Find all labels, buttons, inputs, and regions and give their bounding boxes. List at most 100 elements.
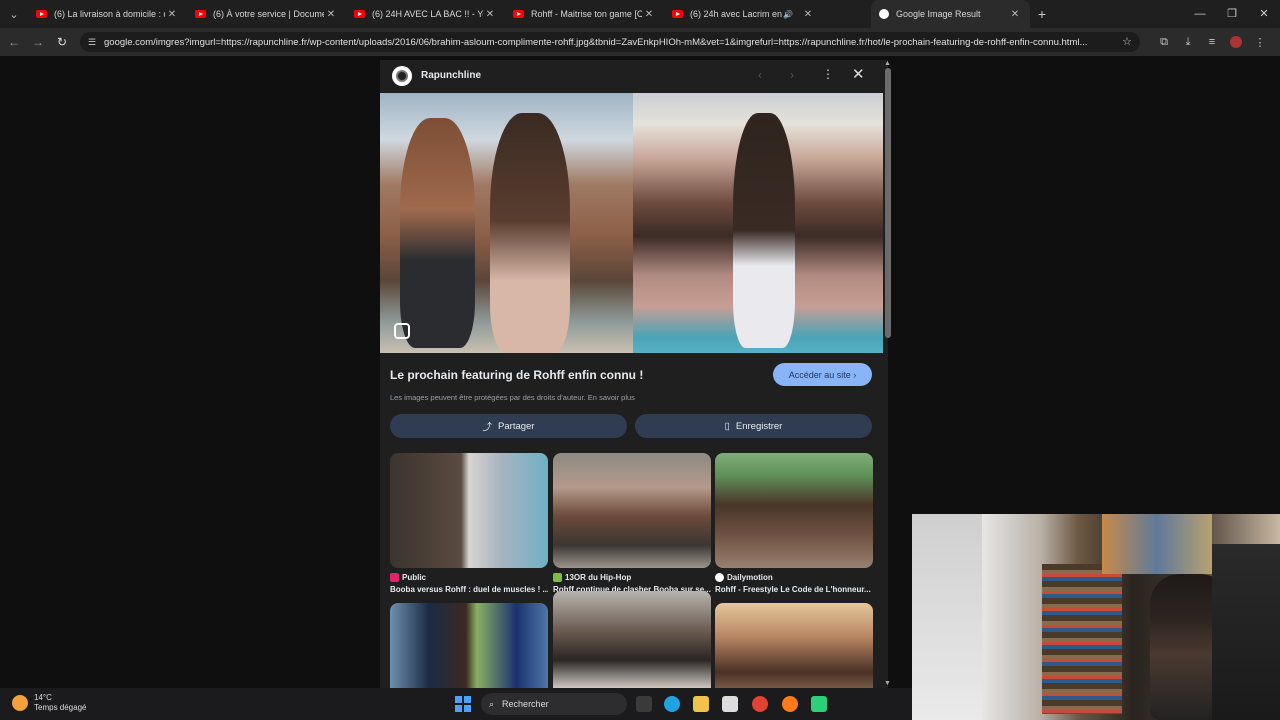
main-image-right <box>633 93 883 353</box>
address-url[interactable]: google.com/imgres?imgurl=https://rapunch… <box>104 37 1114 48</box>
close-icon[interactable]: ✕ <box>801 9 815 20</box>
profile-avatar[interactable] <box>1230 36 1242 48</box>
reload-icon[interactable]: ↻ <box>50 35 74 49</box>
taskbar-search[interactable]: ⌕ Rechercher <box>481 693 627 715</box>
public-logo-icon <box>390 573 399 582</box>
youtube-icon <box>513 10 524 18</box>
windows-start-icon[interactable] <box>455 696 471 712</box>
media-icon[interactable]: ≡ <box>1200 36 1224 48</box>
related-image-card[interactable]: Public Booba versus Rohff : duel de musc… <box>390 453 548 594</box>
related-thumbnail[interactable] <box>553 453 711 568</box>
chevron-right-icon: › <box>850 369 857 380</box>
speaker-icon[interactable]: 🔊 <box>783 10 793 19</box>
address-bar[interactable]: ☰ google.com/imgres?imgurl=https://rapun… <box>80 32 1140 52</box>
close-icon[interactable]: ✕ <box>1008 9 1022 20</box>
youtube-icon <box>354 10 365 18</box>
related-image-card[interactable] <box>715 603 873 688</box>
menu-icon[interactable]: ⋮ <box>1248 36 1272 49</box>
forward-icon[interactable]: → <box>26 35 50 49</box>
more-options-icon[interactable]: ⋮ <box>822 67 834 81</box>
share-label: Partager <box>498 420 535 432</box>
next-icon[interactable]: › <box>790 68 794 82</box>
taskbar-search-label: Rechercher <box>502 699 549 709</box>
store-icon[interactable] <box>722 696 738 712</box>
visit-site-label: Accéder au site <box>788 369 851 380</box>
toolbar-actions: ⧉ ⤓ ≡ ⋮ <box>1152 28 1272 56</box>
share-button[interactable]: ⤴ Partager <box>390 414 627 438</box>
task-view-icon[interactable] <box>636 696 652 712</box>
close-icon[interactable]: ✕ <box>324 9 338 20</box>
scroll-up-icon[interactable]: ▲ <box>884 60 891 67</box>
main-image-left <box>380 93 633 353</box>
related-thumbnail[interactable] <box>715 453 873 568</box>
scrollbar-thumb[interactable] <box>885 68 891 338</box>
related-image-card[interactable] <box>390 603 548 688</box>
tab-title: Rohff - Maitrise ton game [Clip <box>531 9 642 19</box>
tab-3[interactable]: Rohff - Maitrise ton game [Clip ✕ <box>505 0 664 28</box>
main-image[interactable] <box>380 93 883 353</box>
source-name[interactable]: Rapunchline <box>421 70 481 81</box>
new-tab-button[interactable]: + <box>1030 6 1054 22</box>
tab-search-icon[interactable]: ⌄ <box>0 0 28 28</box>
save-label: Enregistrer <box>735 420 783 432</box>
search-icon: ⌕ <box>489 698 495 709</box>
back-icon[interactable]: ← <box>2 35 26 49</box>
google-icon <box>879 9 889 19</box>
save-button[interactable]: ▯ Enregistrer <box>635 414 872 438</box>
tab-strip: ⌄ (6) La livraison à domicile : de l ✕ (… <box>0 0 1280 28</box>
13or-logo-icon <box>553 573 562 582</box>
related-image-card[interactable]: Dailymotion Rohff - Freestyle Le Code de… <box>715 453 873 594</box>
site-info-icon[interactable]: ☰ <box>88 37 104 48</box>
scroll-down-icon[interactable]: ▼ <box>884 680 891 687</box>
tab-0[interactable]: (6) La livraison à domicile : de l ✕ <box>28 0 187 28</box>
related-source: Public <box>390 572 548 583</box>
tab-title: (6) La livraison à domicile : de l <box>54 9 165 19</box>
tab-title: Google Image Result <box>896 9 981 19</box>
panel-scrollbar[interactable]: ▲ ▼ <box>884 60 892 688</box>
close-panel-icon[interactable]: ✕ <box>852 65 865 83</box>
weather-description: Temps dégagé <box>34 703 87 712</box>
browser-toolbar: ← → ↻ ☰ google.com/imgres?imgurl=https:/… <box>0 28 1280 56</box>
previous-icon[interactable]: ‹ <box>758 68 762 82</box>
panel-header: Rapunchline ‹ › ⋮ ✕ <box>380 60 880 92</box>
copyright-notice[interactable]: Les images peuvent être protégées par de… <box>390 393 635 402</box>
file-explorer-icon[interactable] <box>693 696 709 712</box>
app-icon[interactable] <box>811 696 827 712</box>
related-caption[interactable]: Booba versus Rohff : duel de muscles ! .… <box>390 585 548 594</box>
dailymotion-logo-icon <box>715 573 724 582</box>
close-icon[interactable]: ✕ <box>165 9 179 20</box>
image-title[interactable]: Le prochain featuring de Rohff enfin con… <box>390 368 643 382</box>
google-lens-icon[interactable] <box>394 323 410 339</box>
minimize-icon[interactable]: — <box>1184 0 1216 28</box>
related-image-card[interactable]: 13OR du Hip-Hop Rohff continue de clashe… <box>553 453 711 594</box>
related-thumbnail[interactable] <box>553 591 711 688</box>
youtube-icon <box>36 10 47 18</box>
edge-icon[interactable] <box>664 696 680 712</box>
extensions-icon[interactable]: ⧉ <box>1152 36 1176 49</box>
maximize-icon[interactable]: ❐ <box>1216 0 1248 28</box>
weather-widget[interactable]: 14°C Temps dégagé <box>12 693 86 713</box>
related-source: Dailymotion <box>715 572 873 583</box>
close-icon[interactable]: ✕ <box>483 9 497 20</box>
window-close-icon[interactable]: ✕ <box>1248 0 1280 28</box>
firefox-icon[interactable] <box>782 696 798 712</box>
close-icon[interactable]: ✕ <box>642 9 656 20</box>
visit-site-button[interactable]: Accéder au site › <box>773 363 872 386</box>
youtube-icon <box>195 10 206 18</box>
chrome-icon[interactable] <box>752 696 768 712</box>
tab-4[interactable]: (6) 24h avec Lacrim en Thaï 🔊 ✕ <box>664 0 823 28</box>
tab-2[interactable]: (6) 24H AVEC LA BAC !! - YouTu ✕ <box>346 0 505 28</box>
tab-5[interactable]: Google Image Result ✕ <box>871 0 1030 28</box>
related-thumbnail[interactable] <box>715 603 873 688</box>
tab-1[interactable]: (6) À votre service | Documenta ✕ <box>187 0 346 28</box>
download-icon[interactable]: ⤓ <box>1176 36 1200 49</box>
related-thumbnail[interactable] <box>390 603 548 688</box>
tab-title: (6) À votre service | Documenta <box>213 9 324 19</box>
share-icon: ⤴ <box>482 422 493 433</box>
bookmark-star-icon[interactable]: ☆ <box>1122 35 1132 48</box>
related-image-card[interactable] <box>553 591 711 688</box>
source-logo-icon[interactable] <box>392 66 412 86</box>
related-thumbnail[interactable] <box>390 453 548 568</box>
related-caption[interactable]: Rohff - Freestyle Le Code de L'honneur..… <box>715 585 873 594</box>
image-result-panel: Rapunchline ‹ › ⋮ ✕ Le prochain featurin… <box>380 60 888 688</box>
